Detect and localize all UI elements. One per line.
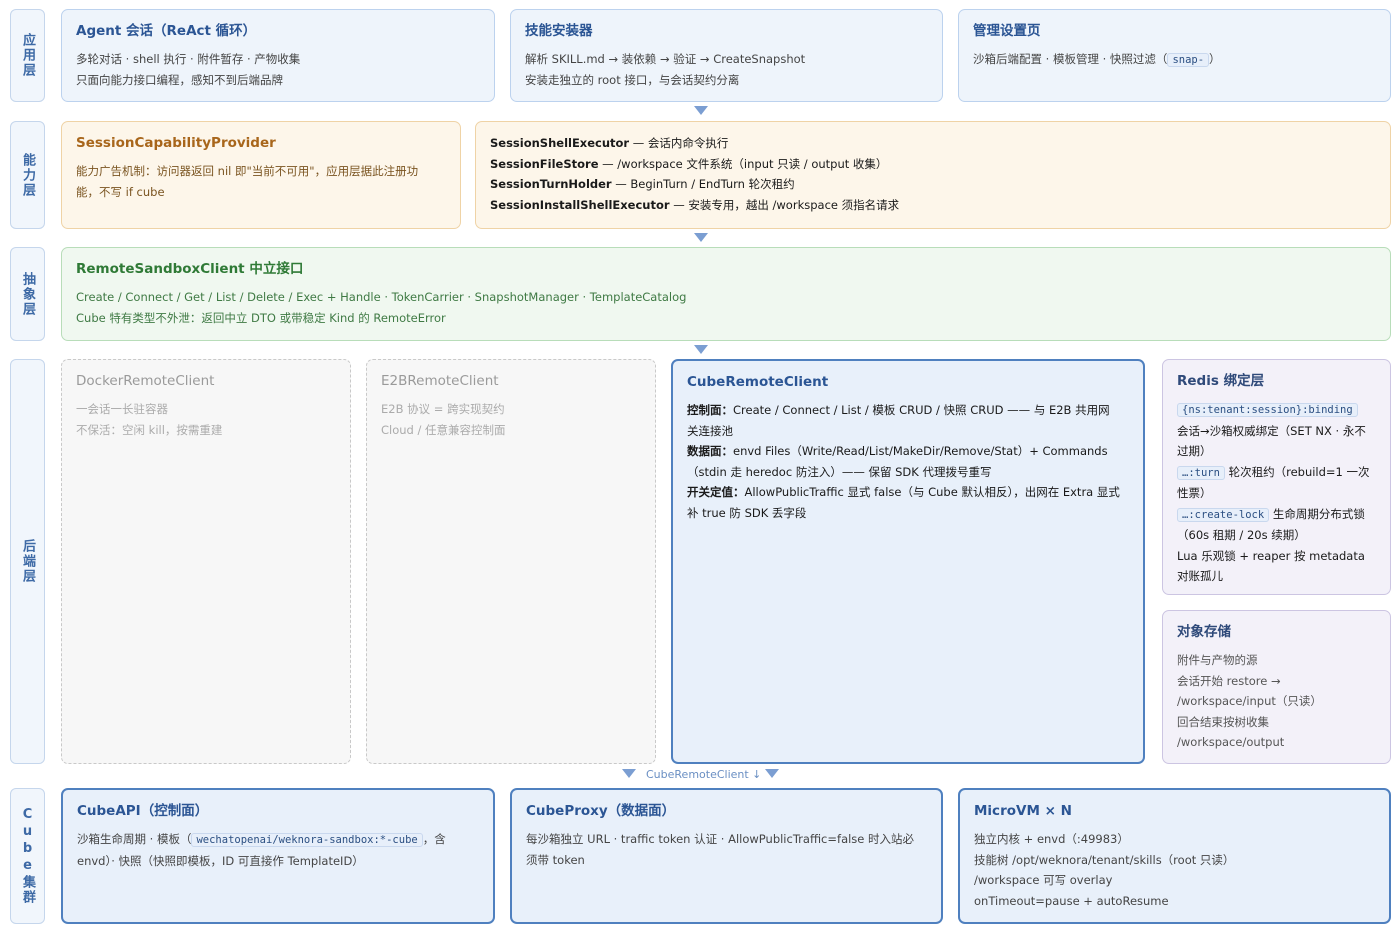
redis-binding-line: 会话→沙箱权威绑定（SET NX · 永不过期） <box>1177 423 1366 459</box>
e2b-remote-client-line: E2B 协议 = 跨实现契约 <box>381 402 505 416</box>
cube-proxy-line: 每沙箱独立 URL · traffic token 认证 · AllowPubl… <box>526 832 915 846</box>
redis-turn-line: …:turn 轮次租约（rebuild=1 一次性票） <box>1177 464 1370 500</box>
redis-binding-key: {ns:tenant:session}:binding <box>1177 399 1376 421</box>
redis-reaper-line: Lua 乐观锁 + reaper 按 metadata 对账孤儿 <box>1177 548 1365 584</box>
arrow-down-icon <box>765 769 779 778</box>
microvm-line: /workspace 可写 overlay <box>974 873 1113 887</box>
redis-binding-card: Redis 绑定层 {ns:tenant:session}:binding 会话… <box>1162 359 1391 595</box>
cube-remote-client-title: CubeRemoteClient <box>687 374 829 390</box>
connector-label: CubeRemoteClient ↓ <box>646 768 762 781</box>
object-storage-line: /workspace/input（只读） <box>1177 694 1322 708</box>
cube-remote-client-card: CubeRemoteClient 控制面：Create / Connect / … <box>671 359 1145 764</box>
docker-remote-client-title: DockerRemoteClient <box>76 373 215 389</box>
object-storage-card: 对象存储 附件与产物的源 会话开始 restore → /workspace/i… <box>1162 610 1391 764</box>
arrow-down-icon <box>694 106 708 115</box>
skill-installer-card: 技能安装器 解析 SKILL.md → 装依赖 → 验证 → CreateSna… <box>510 9 943 102</box>
skill-installer-line: 解析 SKILL.md → 装依赖 → 验证 → CreateSnapshot <box>525 52 806 66</box>
cube-proxy-title: CubeProxy（数据面） <box>526 803 676 819</box>
executor-item: SessionInstallShellExecutor — 安装专用，越出 /w… <box>490 197 900 212</box>
settings-page-card: 管理设置页 沙箱后端配置 · 模板管理 · 快照过滤（ snap-） <box>958 9 1391 102</box>
cube-api-title: CubeAPI（控制面） <box>77 803 209 819</box>
cube-api-card: CubeAPI（控制面） 沙箱生命周期 · 模板（ wechatopenai/we… <box>61 788 495 924</box>
microvm-card: MicroVM × N 独立内核 + envd（:49983） 技能树 /opt… <box>958 788 1391 924</box>
cube-control-plane-text: 控制面：Create / Connect / List / 模板 CRUD / … <box>687 403 1110 438</box>
microvm-line: 技能树 /opt/weknora/tenant/skills（root 只读） <box>974 852 1235 867</box>
object-storage-line: /workspace/output <box>1177 735 1285 749</box>
skill-installer-line: 安装走独立的 root 接口，与会话契约分离 <box>525 72 740 87</box>
layer-tab-cube-cluster: Cube集群 <box>10 788 45 924</box>
executor-item: SessionShellExecutor — 会话内命令执行 <box>490 136 729 150</box>
microvm-line: onTimeout=pause + autoResume <box>974 893 1169 908</box>
snap-prefix-code: snap- <box>1167 53 1210 67</box>
microvm-line: 独立内核 + envd（:49983） <box>974 832 1129 846</box>
e2b-remote-client-card: E2BRemoteClient E2B 协议 = 跨实现契约 Cloud / 任… <box>366 359 656 764</box>
cube-switch-text: 开关定值：AllowPublicTraffic 显式 false（与 Cube … <box>687 485 1120 520</box>
capability-provider-line: 能，不写 if cube <box>76 184 165 199</box>
executor-item: SessionFileStore — /workspace 文件系统（input… <box>490 156 888 171</box>
layer-tab-abstraction: 抽象层 <box>10 247 45 341</box>
skill-installer-title: 技能安装器 <box>525 23 593 39</box>
object-storage-line: 会话开始 restore → <box>1177 673 1281 688</box>
layer-tab-app: 应用层 <box>10 9 45 102</box>
cube-proxy-card: CubeProxy（数据面） 每沙箱独立 URL · traffic token… <box>510 788 943 924</box>
redis-lock-line: …:create-lock 生命周期分布式锁（60s 租期 / 20s 续期） <box>1177 506 1365 542</box>
arrow-down-icon <box>694 233 708 242</box>
agent-session-line: 多轮对话 · shell 执行 · 附件暂存 · 产物收集 <box>76 52 301 66</box>
session-executors-card: SessionShellExecutor — 会话内命令执行 SessionFi… <box>475 121 1391 229</box>
arrow-down-icon <box>694 345 708 354</box>
agent-session-line: 只面向能力接口编程，感知不到后端品牌 <box>76 72 283 87</box>
remote-sandbox-client-line: Cube 特有类型不外泄：返回中立 DTO 或带稳定 Kind 的 Remote… <box>76 310 446 325</box>
cube-proxy-line: 须带 token <box>526 852 585 867</box>
docker-remote-client-line: 一会话一长驻容器 <box>76 402 168 416</box>
agent-session-card: Agent 会话（ReAct 循环） 多轮对话 · shell 执行 · 附件暂… <box>61 9 495 102</box>
object-storage-line: 附件与产物的源 <box>1177 653 1258 667</box>
cube-api-line: 沙箱生命周期 · 模板（ wechatopenai/weknora-sandbox… <box>77 832 446 847</box>
template-image-code: wechatopenai/weknora-sandbox:*-cube <box>191 833 423 847</box>
e2b-remote-client-line: Cloud / 任意兼容控制面 <box>381 422 506 437</box>
cube-data-plane-text: 数据面：envd Files（Write/Read/List/MakeDir/R… <box>687 444 1108 479</box>
remote-sandbox-client-title: RemoteSandboxClient 中立接口 <box>76 261 304 277</box>
layer-tab-capability: 能力层 <box>10 121 45 229</box>
executor-item: SessionTurnHolder — BeginTurn / EndTurn … <box>490 177 795 191</box>
redis-binding-title: Redis 绑定层 <box>1177 373 1265 389</box>
capability-provider-title: SessionCapabilityProvider <box>76 135 276 151</box>
settings-page-title: 管理设置页 <box>973 23 1041 39</box>
docker-remote-client-line: 不保活：空闲 kill，按需重建 <box>76 422 223 437</box>
docker-remote-client-card: DockerRemoteClient 一会话一长驻容器 不保活：空闲 kill，… <box>61 359 351 764</box>
microvm-title: MicroVM × N <box>974 803 1072 819</box>
layer-tab-backend: 后端层 <box>10 359 45 764</box>
object-storage-title: 对象存储 <box>1177 624 1231 640</box>
settings-page-line: 沙箱后端配置 · 模板管理 · 快照过滤（ snap-） <box>973 52 1221 67</box>
capability-provider-card: SessionCapabilityProvider 能力广告机制：访问器返回 n… <box>61 121 461 229</box>
agent-session-title: Agent 会话（ReAct 循环） <box>76 23 257 39</box>
object-storage-line: 回合结束按树收集 <box>1177 714 1269 729</box>
e2b-remote-client-title: E2BRemoteClient <box>381 373 499 389</box>
cube-api-line: envd）· 快照（快照即模板，ID 可直接作 TemplateID） <box>77 853 364 868</box>
arrow-down-icon <box>622 769 636 778</box>
remote-sandbox-client-card: RemoteSandboxClient 中立接口 Create / Connec… <box>61 247 1391 341</box>
capability-provider-line: 能力广告机制：访问器返回 nil 即"当前不可用"，应用层据此注册功 <box>76 164 419 178</box>
remote-sandbox-client-line: Create / Connect / Get / List / Delete /… <box>76 290 687 304</box>
